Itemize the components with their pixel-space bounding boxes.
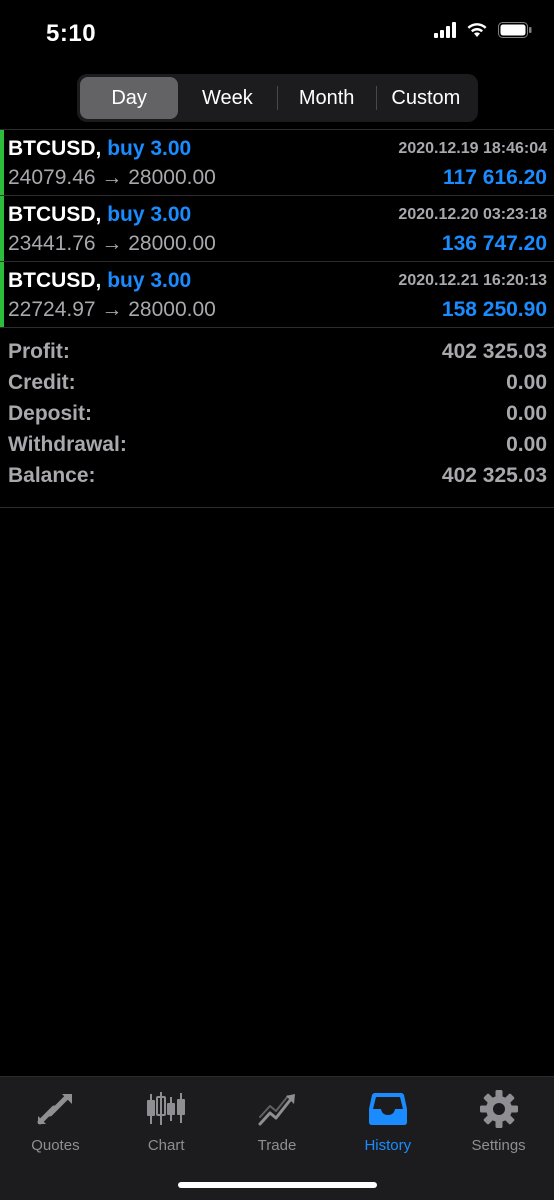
- deal-prices: 22724.97 → 28000.00: [8, 298, 216, 321]
- summary-label: Profit:: [8, 340, 70, 363]
- deal-time: 2020.12.20 03:23:18: [398, 206, 547, 223]
- deal-symbol-name: BTCUSD,: [8, 137, 102, 160]
- tab-quotes[interactable]: Quotes: [0, 1077, 111, 1161]
- deal-time: 2020.12.21 16:20:13: [398, 272, 547, 289]
- deal-row[interactable]: BTCUSD, buy 3.00 2020.12.20 03:23:18 234…: [0, 196, 554, 262]
- battery-icon: [498, 22, 532, 43]
- tab-label: Trade: [257, 1137, 297, 1154]
- deal-symbol: BTCUSD, buy 3.00: [8, 137, 191, 161]
- cellular-signal-icon: [434, 22, 456, 43]
- tab-label: Settings: [471, 1137, 526, 1154]
- wifi-icon: [466, 22, 488, 43]
- summary-value: 0.00: [506, 371, 547, 394]
- period-segmented-control: Day Week Month Custom: [77, 74, 478, 122]
- deals-list: BTCUSD, buy 3.00 2020.12.19 18:46:04 240…: [0, 129, 554, 328]
- summary-label: Credit:: [8, 371, 76, 394]
- deal-side-volume: buy 3.00: [107, 137, 192, 160]
- deal-symbol-name: BTCUSD,: [8, 203, 102, 226]
- summary-balance-row: Balance: 402 325.03: [0, 464, 554, 495]
- status-bar: 5:10: [0, 0, 554, 70]
- summary-credit-row: Credit: 0.00: [0, 371, 554, 402]
- deal-profit: 117 616.20: [443, 166, 547, 189]
- candlestick-chart-icon: [146, 1089, 186, 1129]
- buy-indicator-bar: [0, 262, 4, 327]
- deal-row[interactable]: BTCUSD, buy 3.00 2020.12.19 18:46:04 240…: [0, 130, 554, 196]
- buy-indicator-bar: [0, 196, 4, 261]
- deal-symbol: BTCUSD, buy 3.00: [8, 203, 191, 227]
- buy-indicator-bar: [0, 130, 4, 195]
- deal-prices: 23441.76 → 28000.00: [8, 232, 216, 255]
- bottom-tab-bar: Quotes Chart Trade History Settings: [0, 1076, 554, 1200]
- status-icons: [434, 22, 532, 43]
- tab-custom[interactable]: Custom: [377, 77, 475, 119]
- home-indicator[interactable]: [178, 1182, 377, 1188]
- tab-chart[interactable]: Chart: [111, 1077, 222, 1161]
- history-summary: Profit: 402 325.03 Credit: 0.00 Deposit:…: [0, 340, 554, 508]
- tab-trade[interactable]: Trade: [222, 1077, 333, 1161]
- summary-withdrawal-row: Withdrawal: 0.00: [0, 433, 554, 464]
- summary-value: 0.00: [506, 433, 547, 456]
- summary-label: Deposit:: [8, 402, 92, 425]
- deal-prices: 24079.46 → 28000.00: [8, 166, 216, 189]
- summary-label: Balance:: [8, 464, 96, 487]
- deal-profit: 158 250.90: [441, 298, 547, 321]
- quotes-arrows-icon: [35, 1089, 75, 1129]
- summary-value: 0.00: [506, 402, 547, 425]
- status-time: 5:10: [46, 20, 97, 47]
- summary-label: Withdrawal:: [8, 433, 127, 456]
- deal-symbol: BTCUSD, buy 3.00: [8, 269, 191, 293]
- summary-deposit-row: Deposit: 0.00: [0, 402, 554, 433]
- summary-value: 402 325.03: [441, 464, 547, 487]
- tab-history[interactable]: History: [332, 1077, 443, 1161]
- trade-trend-icon: [257, 1089, 297, 1129]
- deal-symbol-name: BTCUSD,: [8, 269, 102, 292]
- tab-settings[interactable]: Settings: [443, 1077, 554, 1161]
- deal-time: 2020.12.19 18:46:04: [398, 140, 547, 157]
- tab-day[interactable]: Day: [80, 77, 179, 119]
- summary-profit-row: Profit: 402 325.03: [0, 340, 554, 371]
- inbox-tray-icon: [368, 1089, 408, 1129]
- summary-value: 402 325.03: [441, 340, 547, 363]
- tab-month[interactable]: Month: [278, 77, 376, 119]
- gear-icon: [479, 1089, 519, 1129]
- history-screen: 5:10 Day Week Month Custom BTCUSD, buy 3…: [0, 0, 554, 1200]
- tab-label: History: [364, 1137, 412, 1154]
- deal-side-volume: buy 3.00: [107, 203, 192, 226]
- tab-label: Chart: [147, 1137, 185, 1154]
- deal-row[interactable]: BTCUSD, buy 3.00 2020.12.21 16:20:13 227…: [0, 262, 554, 328]
- deal-profit: 136 747.20: [441, 232, 547, 255]
- deal-side-volume: buy 3.00: [107, 269, 192, 292]
- tab-week[interactable]: Week: [178, 77, 276, 119]
- tab-label: Quotes: [31, 1137, 80, 1154]
